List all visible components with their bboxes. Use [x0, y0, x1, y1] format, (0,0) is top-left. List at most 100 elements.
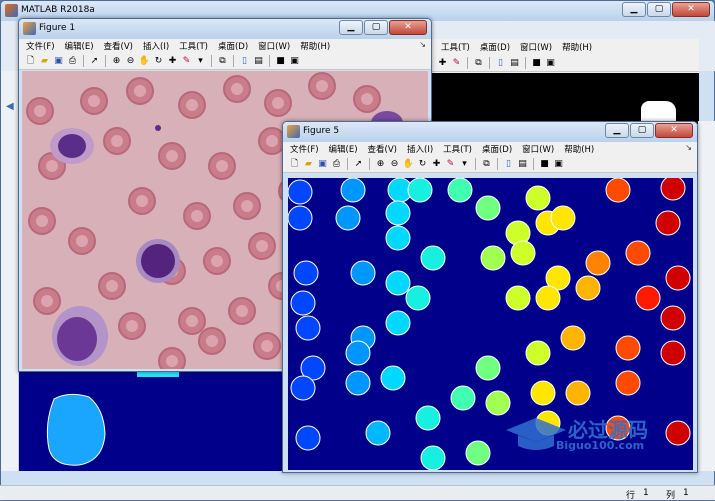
menu-tools[interactable]: 工具(T) — [443, 143, 472, 155]
back-figure: 工具(T) 桌面(D) 窗口(W) 帮助(H) ✚ ✎ ⧉ ▯ ▤ ■ ▣ — [431, 39, 699, 124]
menu-window[interactable]: 窗口(W) — [522, 143, 554, 155]
hide-plot-tools-icon[interactable]: ■ — [275, 56, 286, 67]
menu-view[interactable]: 查看(V) — [368, 143, 397, 155]
figure-5-close-button[interactable]: ✕ — [655, 123, 693, 138]
zoom-in-icon[interactable]: ⊕ — [111, 56, 122, 67]
link-icon[interactable]: ⧉ — [217, 56, 228, 67]
figure-1-maximize-button[interactable]: ▢ — [364, 20, 388, 35]
pan-icon[interactable]: ✋ — [403, 159, 414, 170]
labeled-cell — [635, 285, 661, 311]
labeled-cell — [575, 275, 601, 301]
menu-desktop[interactable]: 桌面(D) — [218, 40, 248, 52]
zoom-out-icon[interactable]: ⊖ — [389, 159, 400, 170]
labeled-cell — [585, 250, 611, 276]
labeled-cell — [385, 200, 411, 226]
legend-icon[interactable]: ▤ — [509, 58, 520, 69]
main-maximize-button[interactable]: ▢ — [647, 2, 671, 17]
zoom-out-icon[interactable]: ⊖ — [125, 56, 136, 67]
labeled-cell — [380, 365, 406, 391]
labeled-cell — [535, 285, 561, 311]
menu-desktop[interactable]: 桌面(D) — [482, 143, 512, 155]
menu-insert[interactable]: 插入(I) — [407, 143, 433, 155]
show-plot-tools-icon[interactable]: ▣ — [289, 56, 300, 67]
menu-help[interactable]: 帮助(H) — [300, 40, 330, 52]
show-plot-tools-icon[interactable]: ▣ — [553, 159, 564, 170]
menu-window[interactable]: 窗口(W) — [258, 40, 290, 52]
data-cursor-icon[interactable]: ✚ — [437, 58, 448, 69]
pan-icon[interactable]: ✋ — [139, 56, 150, 67]
colorbar-icon[interactable]: ▯ — [503, 159, 514, 170]
colorbar-icon[interactable]: ▯ — [239, 56, 250, 67]
menu-edit[interactable]: 编辑(E) — [329, 143, 358, 155]
save-icon[interactable]: ▣ — [317, 159, 328, 170]
print-icon[interactable]: ⎙ — [331, 159, 342, 170]
main-close-button[interactable]: ✕ — [672, 2, 710, 17]
labeled-cell — [660, 178, 686, 201]
labeled-cell — [407, 178, 433, 203]
show-plot-tools-icon[interactable]: ▣ — [545, 58, 556, 69]
print-icon[interactable]: ⎙ — [67, 56, 78, 67]
labeled-cell — [475, 355, 501, 381]
labeled-cell — [525, 340, 551, 366]
hide-plot-tools-icon[interactable]: ■ — [531, 58, 542, 69]
labeled-cell — [385, 270, 411, 296]
pointer-icon[interactable]: ➚ — [353, 159, 364, 170]
brush-icon[interactable]: ✎ — [451, 58, 462, 69]
save-icon[interactable]: ▣ — [53, 56, 64, 67]
labeled-cell — [385, 225, 411, 251]
figure-icon — [287, 125, 300, 138]
dock-arrow-icon[interactable]: ↘ — [685, 143, 692, 152]
labeled-cell — [288, 205, 313, 231]
menu-insert[interactable]: 插入(I) — [143, 40, 169, 52]
back-menu-window[interactable]: 窗口(W) — [520, 41, 552, 53]
status-bar: 行 1 列 1 — [0, 485, 715, 501]
main-minimize-button[interactable]: ▁ — [622, 2, 646, 17]
link-icon[interactable]: ⧉ — [481, 159, 492, 170]
link-icon[interactable]: ⧉ — [473, 58, 484, 69]
chevron-down-icon[interactable]: ▾ — [459, 159, 470, 170]
dock-arrow-icon[interactable]: ↘ — [419, 40, 426, 49]
menu-file[interactable]: 文件(F) — [26, 40, 55, 52]
back-menu-desktop[interactable]: 桌面(D) — [480, 41, 510, 53]
brush-icon[interactable]: ✎ — [181, 56, 192, 67]
menu-help[interactable]: 帮助(H) — [564, 143, 594, 155]
open-folder-icon[interactable]: ▰ — [39, 56, 50, 67]
brush-icon[interactable]: ✎ — [445, 159, 456, 170]
labeled-cell — [295, 425, 321, 451]
new-file-icon[interactable]: 🗋 — [25, 56, 36, 67]
data-cursor-icon[interactable]: ✚ — [431, 159, 442, 170]
labeled-cell — [420, 245, 446, 271]
menu-edit[interactable]: 编辑(E) — [65, 40, 94, 52]
labeled-cell — [565, 380, 591, 406]
rotate-icon[interactable]: ↻ — [153, 56, 164, 67]
labeled-cell — [465, 440, 491, 466]
figure-1-minimize-button[interactable]: ▁ — [339, 20, 363, 35]
back-menu-tools[interactable]: 工具(T) — [441, 41, 470, 53]
figure-1-close-button[interactable]: ✕ — [389, 20, 427, 35]
labeled-cell — [625, 240, 651, 266]
labeled-cell — [475, 195, 501, 221]
figure-5-title-bar[interactable]: Figure 5 ▁ ▢ ✕ — [283, 122, 697, 142]
data-cursor-icon[interactable]: ✚ — [167, 56, 178, 67]
pointer-icon[interactable]: ➚ — [89, 56, 100, 67]
zoom-in-icon[interactable]: ⊕ — [375, 159, 386, 170]
open-folder-icon[interactable]: ▰ — [303, 159, 314, 170]
menu-tools[interactable]: 工具(T) — [179, 40, 208, 52]
labeled-cell — [288, 179, 313, 205]
legend-icon[interactable]: ▤ — [517, 159, 528, 170]
back-menu-help[interactable]: 帮助(H) — [562, 41, 592, 53]
figure-5-minimize-button[interactable]: ▁ — [605, 123, 629, 138]
figure-1-title-bar[interactable]: Figure 1 ▁ ▢ ✕ — [19, 19, 431, 39]
chevron-down-icon[interactable]: ▾ — [195, 56, 206, 67]
hide-plot-tools-icon[interactable]: ■ — [539, 159, 550, 170]
labeled-cell — [530, 380, 556, 406]
col-label: 列 — [666, 491, 676, 501]
rotate-icon[interactable]: ↻ — [417, 159, 428, 170]
menu-view[interactable]: 查看(V) — [104, 40, 133, 52]
legend-icon[interactable]: ▤ — [253, 56, 264, 67]
new-file-icon[interactable]: 🗋 — [289, 159, 300, 170]
colorbar-icon[interactable]: ▯ — [495, 58, 506, 69]
collapse-arrow-icon[interactable]: ◀ — [6, 101, 14, 112]
menu-file[interactable]: 文件(F) — [290, 143, 319, 155]
figure-5-maximize-button[interactable]: ▢ — [630, 123, 654, 138]
